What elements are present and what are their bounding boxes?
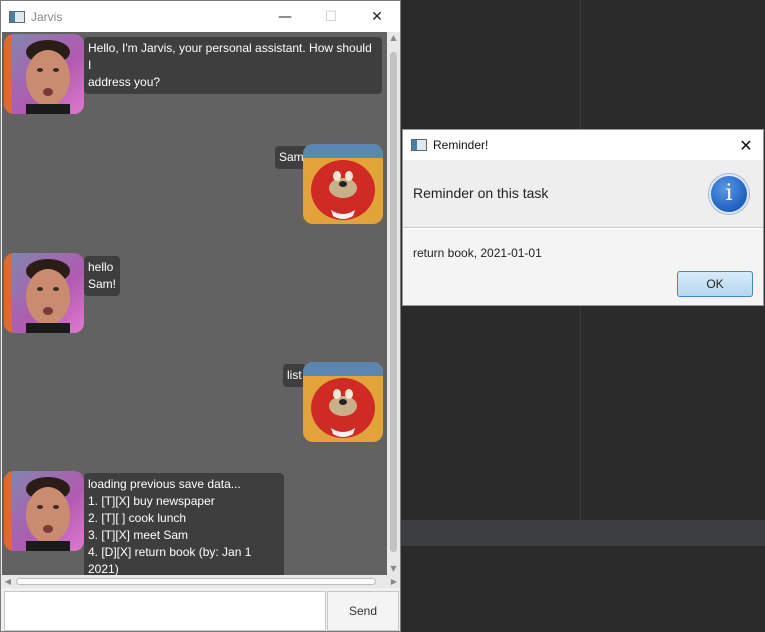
- dialog-container[interactable]: Hello, I'm Jarvis, your personal assista…: [2, 32, 387, 575]
- dialog-message: return book, 2021-01-01: [413, 246, 542, 260]
- knuckles-avatar: [303, 362, 383, 442]
- elon-avatar: [4, 34, 84, 114]
- message-text: hello Sam!: [84, 256, 121, 296]
- maximize-button[interactable]: ☐: [308, 1, 354, 32]
- window-titlebar[interactable]: Jarvis — ☐ ✕: [1, 1, 400, 32]
- scroll-down-icon[interactable]: ▼: [387, 563, 400, 575]
- scroll-left-icon[interactable]: ◀: [2, 575, 14, 588]
- scroll-thumb[interactable]: [390, 52, 397, 552]
- app-icon: [9, 10, 25, 23]
- ok-button[interactable]: OK: [677, 271, 753, 297]
- scroll-up-icon[interactable]: ▲: [387, 32, 400, 44]
- horizontal-scrollbar[interactable]: ◀ ▶: [2, 575, 400, 588]
- dialog-header: Reminder on this task i: [403, 160, 763, 228]
- window-title: Jarvis: [31, 9, 63, 24]
- reminder-dialog: Reminder! ✕ Reminder on this task i retu…: [402, 129, 764, 306]
- user-input[interactable]: [4, 591, 326, 631]
- close-button[interactable]: ✕: [354, 1, 400, 32]
- app-icon: [411, 139, 427, 151]
- info-icon: i: [709, 174, 749, 214]
- vertical-scrollbar[interactable]: ▲ ▼: [387, 32, 400, 575]
- message-text: Hello, I'm Jarvis, your personal assista…: [84, 37, 382, 94]
- send-button[interactable]: Send: [327, 591, 399, 631]
- message-text: loading previous save data... 1. [T][X] …: [84, 473, 284, 575]
- elon-avatar: [4, 471, 84, 551]
- dialog-header-text: Reminder on this task: [413, 185, 549, 201]
- dialog-content: return book, 2021-01-01 OK: [403, 229, 763, 305]
- ide-status-strip: [400, 520, 765, 546]
- input-row: Send: [2, 589, 400, 632]
- jarvis-window: Jarvis — ☐ ✕ Hello, I'm Jarvis, your per…: [0, 0, 401, 632]
- minimize-button[interactable]: —: [262, 1, 308, 32]
- elon-avatar: [4, 253, 84, 333]
- dialog-close-button[interactable]: ✕: [729, 130, 763, 160]
- ide-bottom-panel: [400, 546, 765, 632]
- knuckles-avatar: [303, 144, 383, 224]
- scroll-thumb[interactable]: [16, 578, 376, 585]
- scroll-right-icon[interactable]: ▶: [388, 575, 400, 588]
- dialog-titlebar[interactable]: Reminder! ✕: [403, 130, 763, 160]
- dialog-title: Reminder!: [433, 138, 489, 152]
